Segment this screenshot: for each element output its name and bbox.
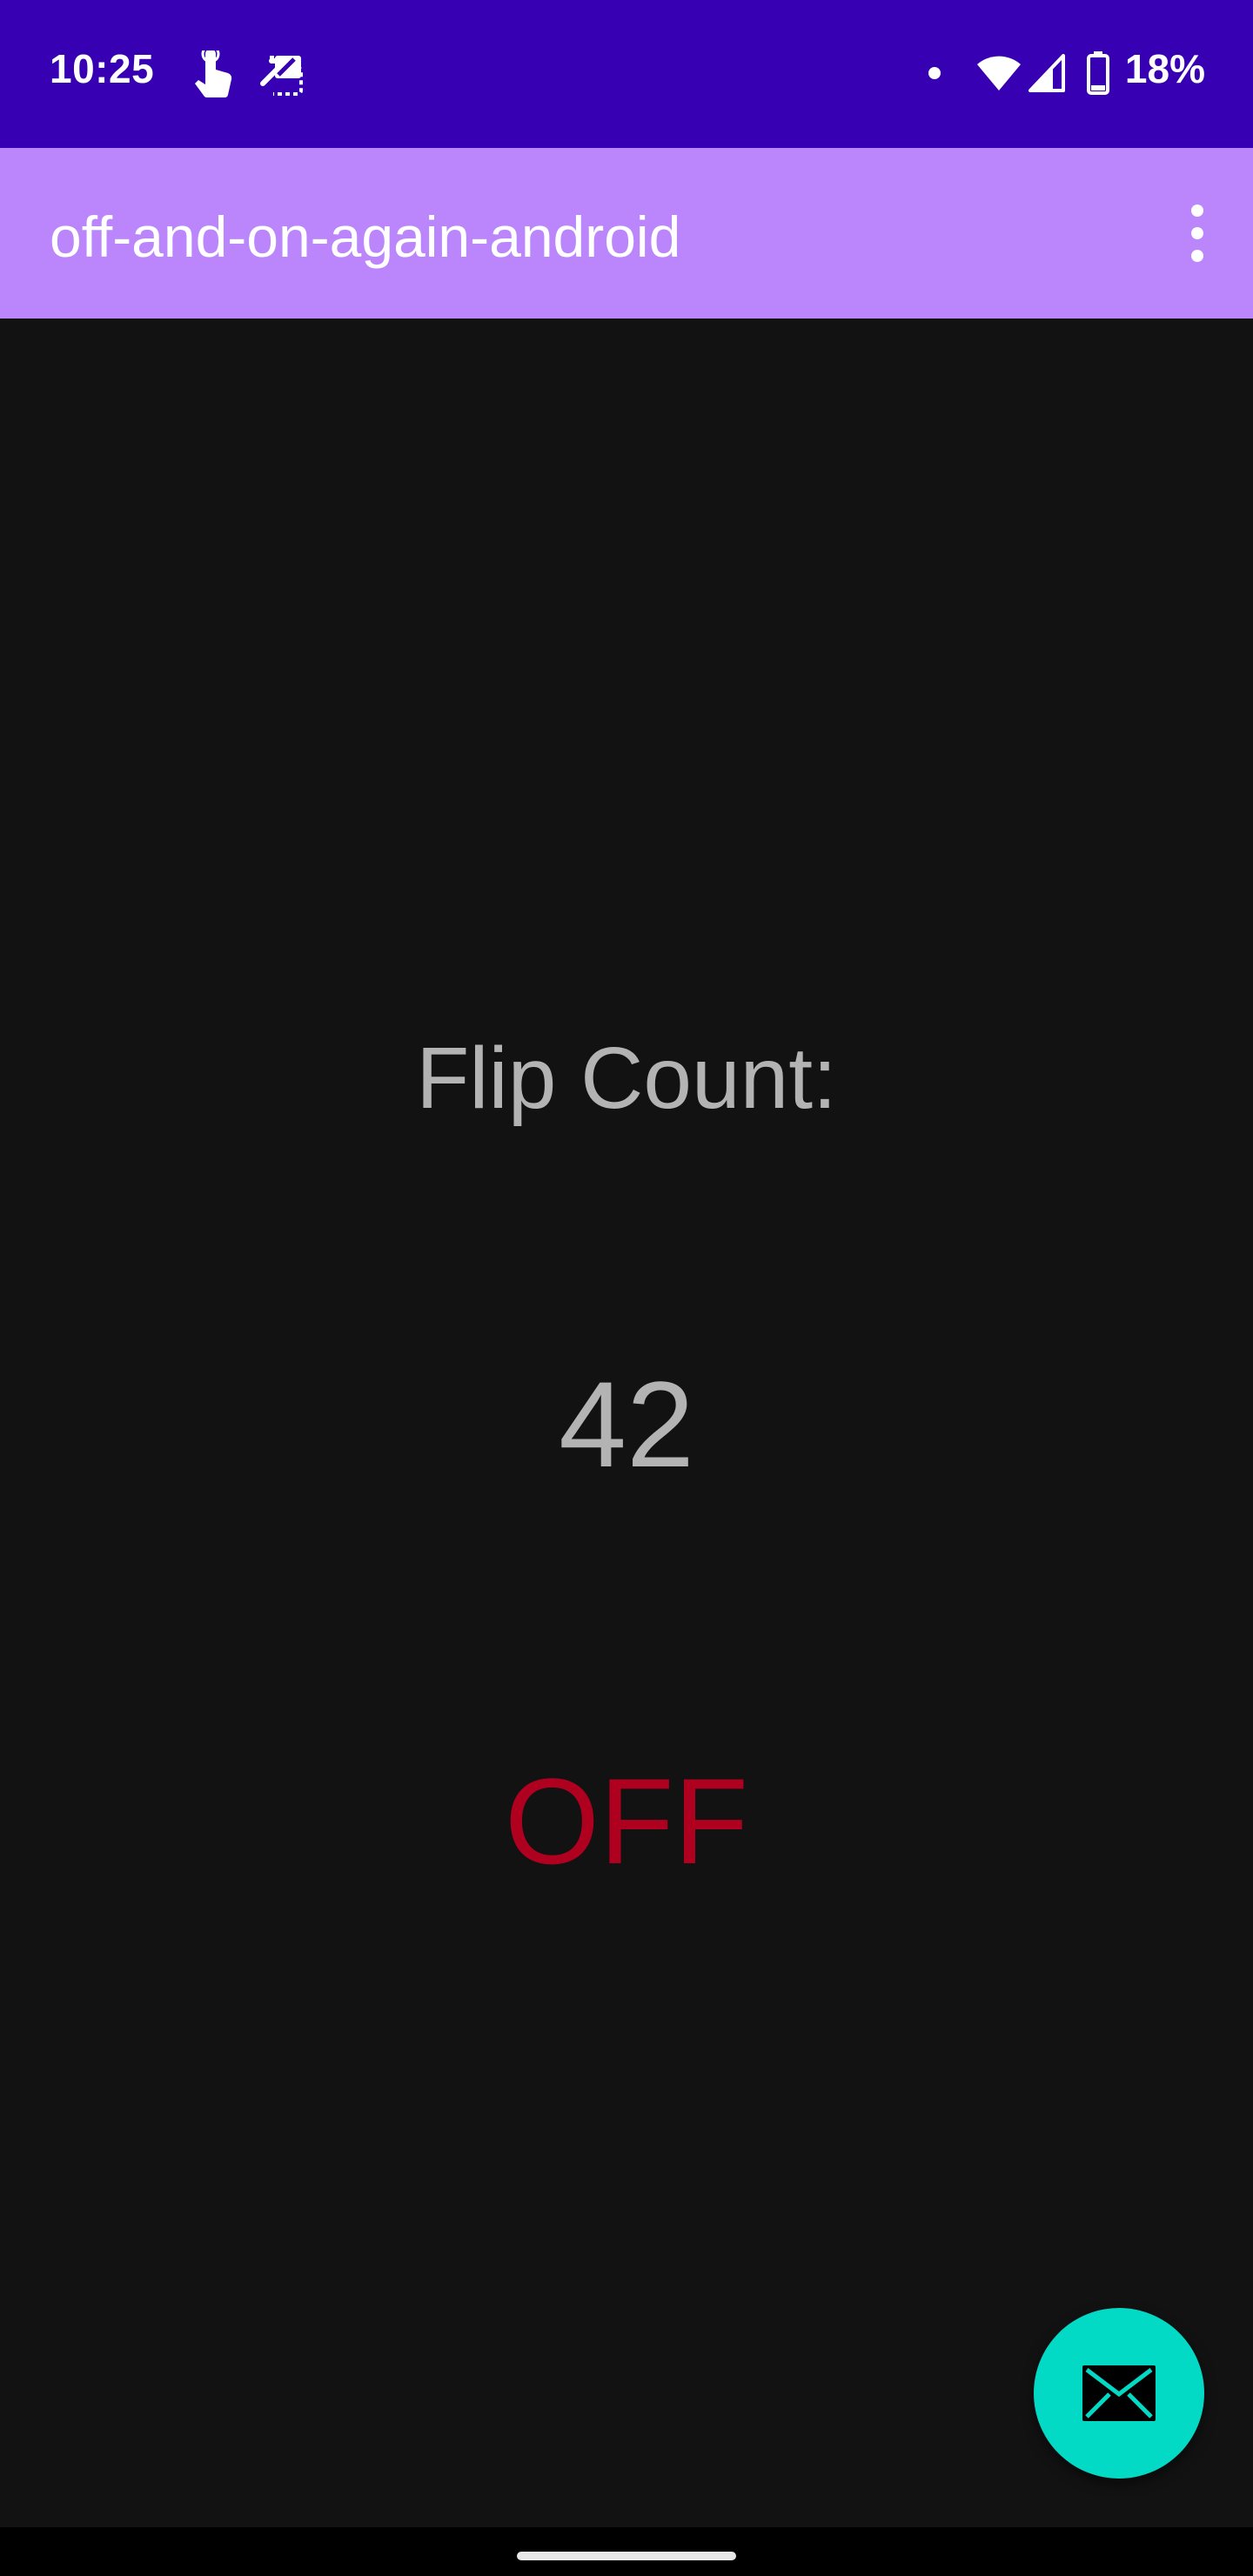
cell-signal-icon — [1029, 54, 1065, 92]
flip-count-value: 42 — [559, 1356, 694, 1493]
overflow-menu-button[interactable] — [1173, 193, 1222, 273]
status-time: 10:25 — [50, 46, 155, 91]
status-bar: 10:25 18% — [0, 0, 1253, 148]
app-bar: off-and-on-again-android — [0, 148, 1253, 319]
mail-fab-button[interactable] — [1034, 2308, 1204, 2479]
screen-cast-icon — [260, 56, 303, 96]
mail-icon — [1082, 2365, 1156, 2421]
navigation-bar — [0, 2527, 1253, 2576]
app-title: off-and-on-again-android — [50, 205, 681, 269]
battery-percentage: 18% — [1124, 46, 1205, 91]
app-screen: 10:25 18% off-and-on-again-android Flip … — [0, 0, 1253, 2576]
home-gesture-handle[interactable] — [517, 2552, 736, 2560]
flip-count-label: Flip Count: — [416, 1030, 837, 1127]
battery-icon — [1087, 51, 1109, 95]
more-vert-icon — [1191, 205, 1203, 262]
main-content: Flip Count: 42 OFF — [0, 319, 1253, 2527]
notification-dot-icon — [928, 67, 941, 79]
touch-notification-icon — [195, 50, 232, 98]
wifi-icon — [977, 56, 1021, 91]
switch-state-toggle[interactable]: OFF — [0, 1751, 1253, 1892]
